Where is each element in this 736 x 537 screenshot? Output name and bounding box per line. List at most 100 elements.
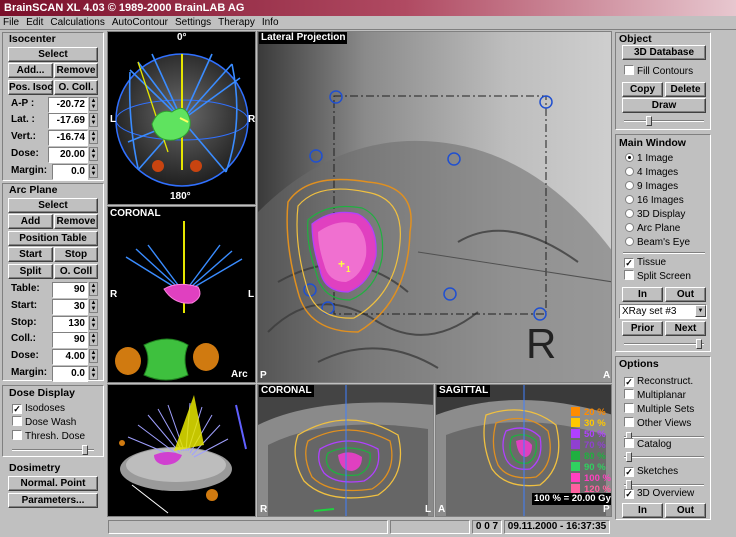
menu-settings[interactable]: Settings [172, 16, 215, 30]
radio-9-images[interactable]: 9 Images [625, 180, 678, 193]
stop-spinner[interactable]: ▲ ▼ [89, 316, 98, 330]
menu-info[interactable]: Info [259, 16, 283, 30]
draw-button[interactable]: Draw [622, 98, 706, 113]
isocenter-dose-field[interactable]: 20.00 [48, 147, 88, 163]
other-views-checkbox[interactable]: Other Views [624, 417, 691, 430]
lat-field[interactable]: -17.69 [48, 113, 88, 129]
lateral-projection-view[interactable]: + 1 Lateral Projection P A R [257, 31, 612, 383]
overview-3d-view[interactable] [107, 384, 256, 517]
multiplanar-checkbox[interactable]: Multiplanar [624, 389, 686, 402]
radio-1-image[interactable]: 1 Image [625, 152, 673, 165]
catalog-box [624, 438, 634, 448]
ap-spinner[interactable]: ▲ ▼ [89, 97, 98, 111]
3d-database-button[interactable]: 3D Database [622, 45, 706, 60]
arc-stop-button[interactable]: Stop [54, 247, 98, 262]
arc-margin-spinner[interactable]: ▲ ▼ [89, 366, 98, 380]
radio-4-images[interactable]: 4 Images [625, 166, 678, 179]
isocenter-margin-spinner[interactable]: ▲ ▼ [89, 164, 98, 178]
isocenter-select-button[interactable]: Select [8, 47, 98, 62]
threshold-slider-thumb[interactable] [82, 445, 88, 455]
ap-field[interactable]: -20.72 [48, 97, 88, 113]
coll-label: Coll.: [11, 333, 36, 344]
next-button[interactable]: Next [665, 321, 706, 336]
reconstruct-check-mark: ✓ [624, 377, 634, 387]
menu-therapy[interactable]: Therapy [215, 16, 259, 30]
arc-dose-spinner[interactable]: ▲ ▼ [89, 349, 98, 363]
arc-add-button[interactable]: Add [8, 214, 53, 229]
pos-isoc-button[interactable]: Pos. Isoc [8, 80, 53, 95]
options-out-button[interactable]: Out [665, 503, 706, 518]
isocenter-remove-button[interactable]: Remove [54, 63, 98, 78]
menu-calculations[interactable]: Calculations [47, 16, 108, 30]
image-slider[interactable] [624, 339, 704, 349]
catalog-slider-thumb[interactable] [626, 452, 632, 462]
arc-select-button[interactable]: Select [8, 198, 98, 213]
dropdown-arrow-icon[interactable]: ▼ [695, 305, 706, 317]
radio-3d-display[interactable]: 3D Display [625, 208, 685, 221]
vert-spinner[interactable]: ▲ ▼ [89, 130, 98, 144]
menu-autocontour[interactable]: AutoContour [109, 16, 172, 30]
split-screen-box [624, 270, 634, 280]
sagittal-view[interactable]: SAGITTAL A P 20 % 30 % 50 % 70 % 80 % 90 % 100… [435, 384, 612, 517]
fill-contours-checkbox[interactable]: Fill Contours [624, 65, 693, 78]
main-out-button[interactable]: Out [665, 287, 706, 302]
isocenter-o-coll-button[interactable]: O. Coll. [54, 80, 98, 95]
3d-overview-checkbox[interactable]: ✓ 3D Overview [624, 487, 694, 500]
coll-field[interactable]: 90 [52, 332, 88, 348]
options-in-button[interactable]: In [622, 503, 663, 518]
split-screen-checkbox[interactable]: Split Screen [624, 270, 691, 283]
tissue-check-mark: ✓ [624, 258, 634, 268]
multiple-sets-checkbox[interactable]: Multiple Sets [624, 403, 694, 416]
dose-wash-checkbox[interactable]: Dose Wash [12, 416, 76, 429]
small-coronal-view[interactable]: CORONAL R L [257, 384, 434, 517]
fill-contours-box [624, 65, 634, 75]
sketches-checkbox[interactable]: ✓ Sketches [624, 465, 678, 478]
radio-16-images[interactable]: 16 Images [625, 194, 684, 207]
thresh-dose-label: Thresh. Dose [25, 431, 86, 442]
isodoses-checkbox[interactable]: ✓ Isodoses [12, 402, 65, 415]
draw-slider-thumb[interactable] [646, 116, 652, 126]
arc-start-button[interactable]: Start [8, 247, 53, 262]
main-in-button[interactable]: In [622, 287, 663, 302]
normal-point-button[interactable]: Normal. Point [8, 476, 98, 491]
menu-file[interactable]: File [0, 16, 23, 30]
isocenter-margin-field[interactable]: 0.0 [52, 164, 88, 180]
arc-margin-field[interactable]: 0.0 [52, 366, 88, 382]
catalog-slider[interactable] [624, 452, 704, 462]
arc-sphere-view[interactable]: 0° 180° L R [107, 31, 256, 205]
table-field[interactable]: 90 [52, 282, 88, 298]
isocenter-dose-spinner[interactable]: ▲ ▼ [89, 147, 98, 161]
arc-dose-field[interactable]: 4.00 [52, 349, 88, 365]
catalog-checkbox[interactable]: Catalog [624, 438, 671, 451]
vert-field[interactable]: -16.74 [48, 130, 88, 146]
position-table-button[interactable]: Position Table [8, 231, 98, 246]
prior-button[interactable]: Prior [622, 321, 663, 336]
tissue-checkbox[interactable]: ✓ Tissue [624, 256, 666, 269]
arc-split-button[interactable]: Split [8, 264, 53, 279]
start-field[interactable]: 30 [52, 299, 88, 315]
parameters-button[interactable]: Parameters... [8, 493, 98, 508]
delete-button[interactable]: Delete [665, 82, 706, 97]
lat-spinner[interactable]: ▲ ▼ [89, 113, 98, 127]
table-spinner[interactable]: ▲ ▼ [89, 282, 98, 296]
isocenter-add-button[interactable]: Add... [8, 63, 53, 78]
arc-o-coll-button[interactable]: O. Coll [54, 264, 98, 279]
thresh-dose-checkbox[interactable]: Thresh. Dose [12, 430, 85, 443]
radio-beams-eye[interactable]: Beam's Eye [625, 236, 690, 249]
image-slider-thumb[interactable] [696, 339, 702, 349]
start-spinner[interactable]: ▲ ▼ [89, 299, 98, 313]
threshold-slider[interactable] [12, 445, 94, 455]
reconstruct-checkbox[interactable]: ✓ Reconstruct. [624, 375, 693, 388]
arc-remove-button[interactable]: Remove [54, 214, 98, 229]
stop-field[interactable]: 130 [52, 316, 88, 332]
options-title: Options [619, 358, 659, 370]
xray-set-dropdown[interactable]: XRay set #3 ▼ [619, 304, 707, 319]
coronal-arc-view[interactable]: CORONAL R L Arc 1 [107, 206, 256, 383]
draw-slider[interactable] [624, 116, 704, 126]
radio-arc-plane[interactable]: Arc Plane [625, 222, 680, 235]
coll-spinner[interactable]: ▲ ▼ [89, 332, 98, 346]
catalog-slider-track [624, 456, 704, 458]
menu-edit[interactable]: Edit [23, 16, 47, 30]
3d-overview-label: 3D Overview [637, 488, 695, 499]
copy-button[interactable]: Copy [622, 82, 663, 97]
